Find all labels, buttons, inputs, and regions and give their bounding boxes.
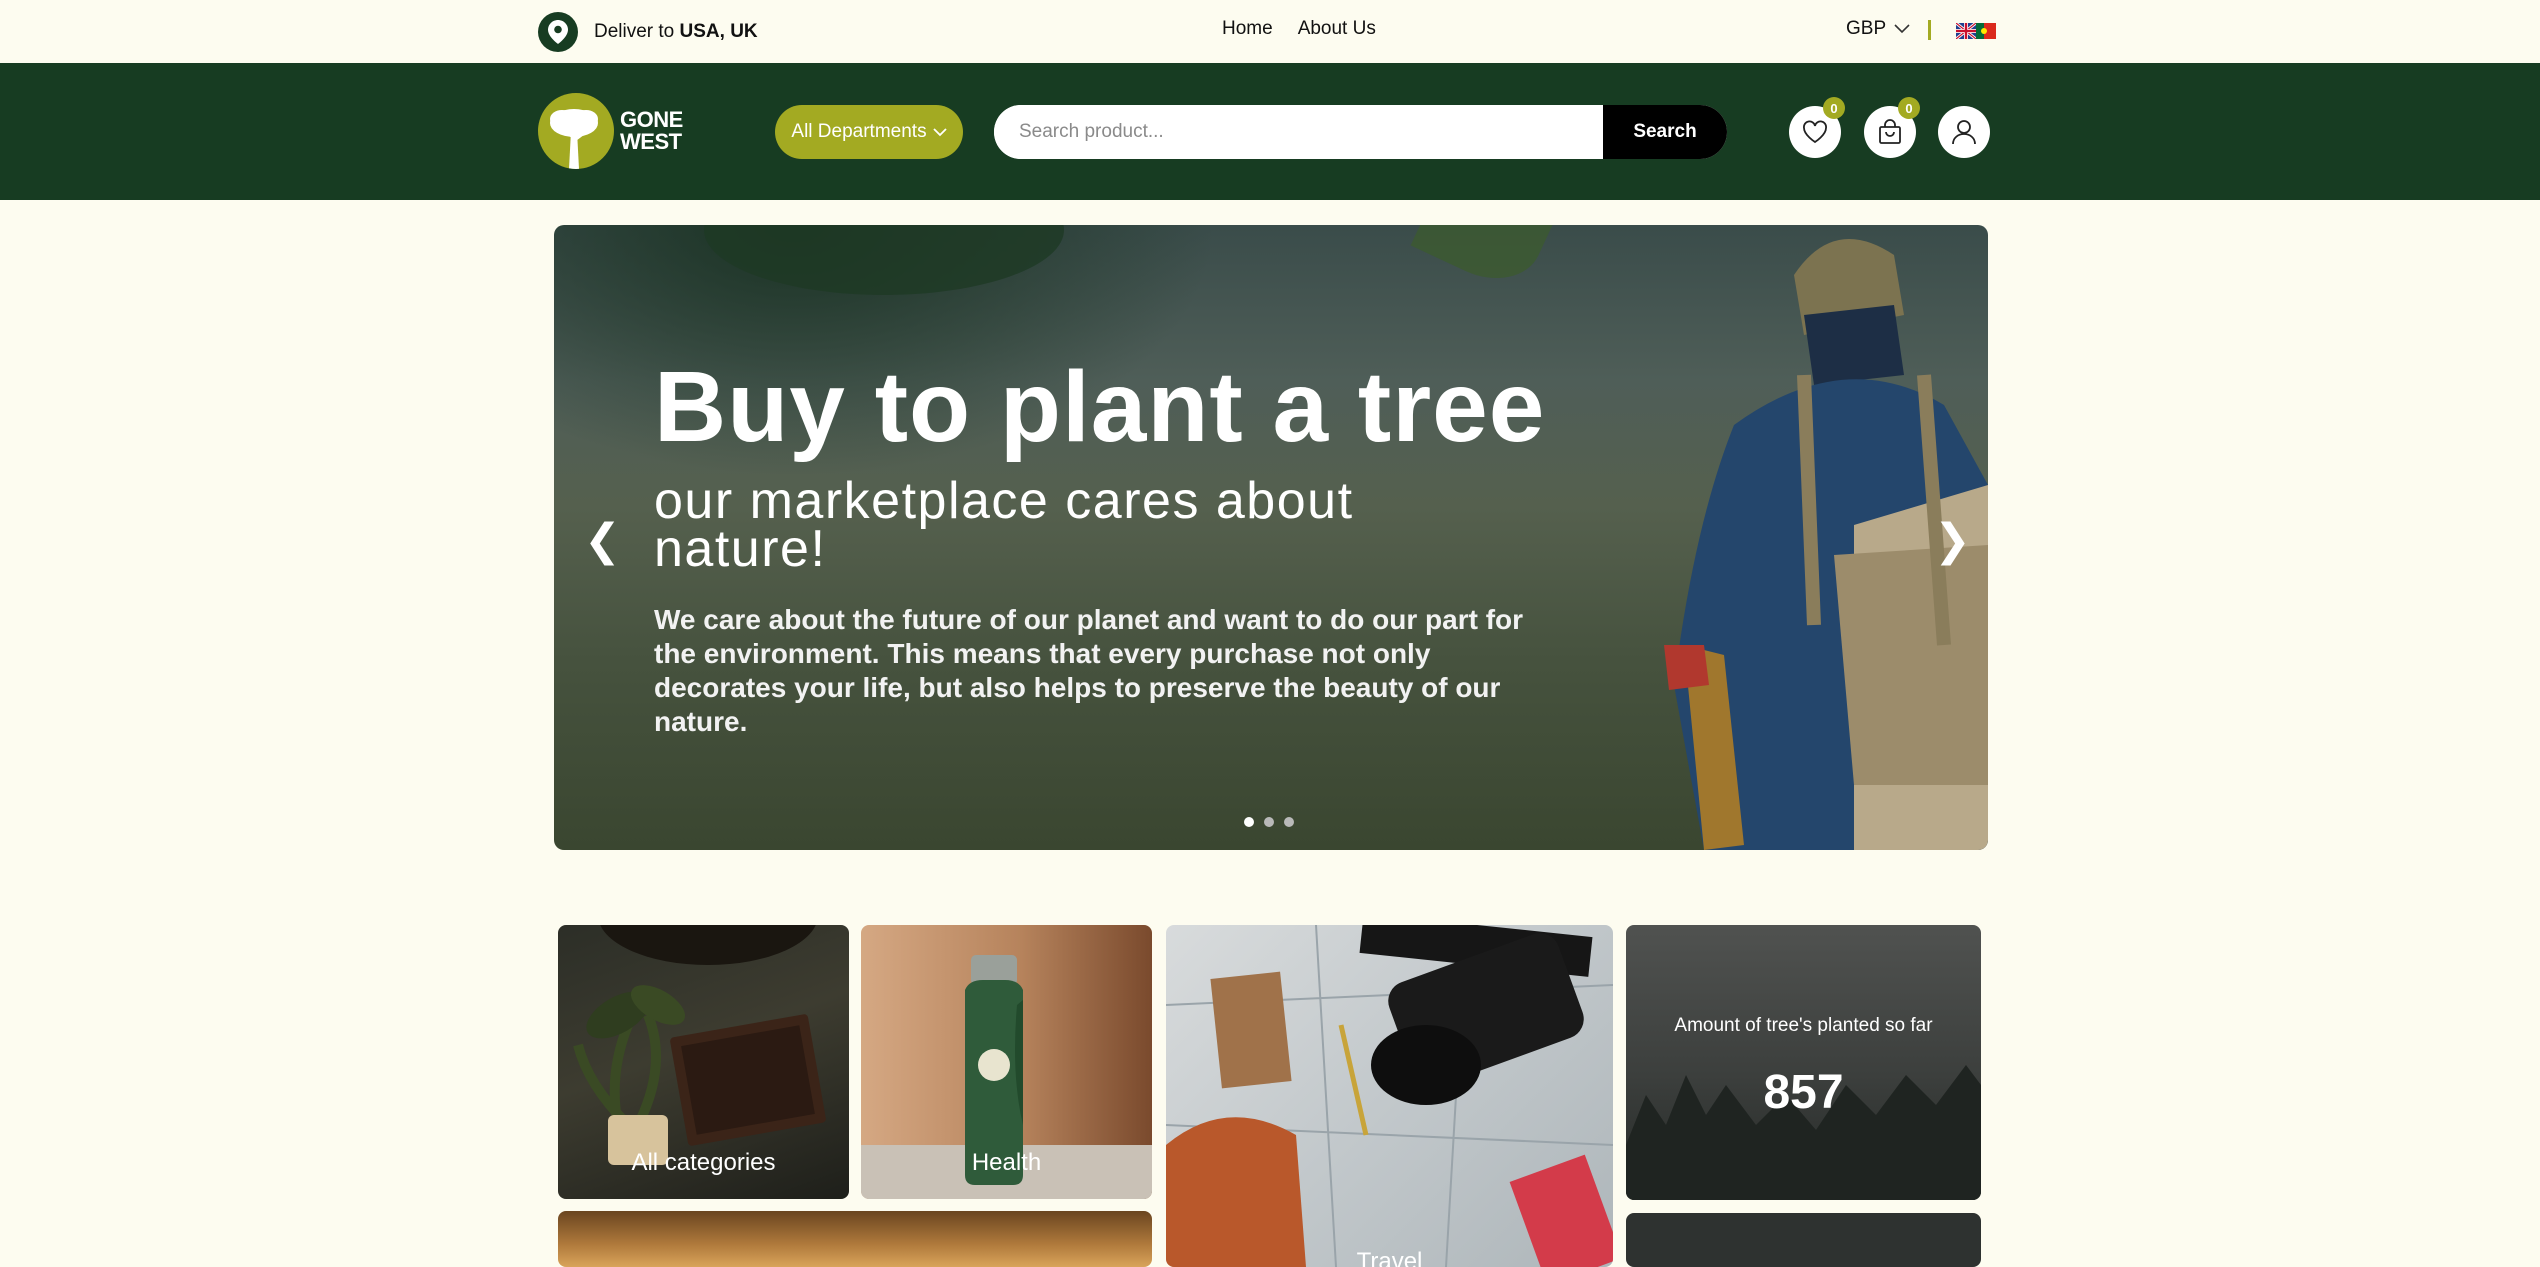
trees-planted-tile: Amount of tree's planted so far 857 xyxy=(1626,925,1981,1200)
heart-icon xyxy=(1803,120,1827,144)
search-button[interactable]: Search xyxy=(1603,105,1727,159)
logo[interactable]: GONE WEST xyxy=(538,93,683,169)
category-label: All categories xyxy=(631,1149,776,1176)
travel-image xyxy=(1166,925,1613,1267)
portugal-flag-icon[interactable] xyxy=(1976,23,1996,39)
category-tile-health[interactable]: Health xyxy=(861,925,1152,1199)
cart-button[interactable]: 0 xyxy=(1864,97,1920,158)
category-tile-travel[interactable]: Travel xyxy=(1166,925,1613,1267)
trees-caption: Amount of tree's planted so far xyxy=(1674,1015,1933,1036)
account-button[interactable] xyxy=(1938,106,1990,158)
hero-background-leaf xyxy=(704,225,1064,295)
chevron-down-icon xyxy=(932,127,947,136)
shopping-bag-icon xyxy=(1879,119,1901,144)
language-selector[interactable] xyxy=(1956,23,1996,39)
wishlist-count-badge: 0 xyxy=(1823,97,1845,119)
carousel-next-button[interactable]: ❯ xyxy=(1934,515,1971,566)
all-departments-button[interactable]: All Departments xyxy=(775,105,963,159)
hero-carousel: Buy to plant a tree our marketplace care… xyxy=(554,225,1988,850)
deliver-to[interactable]: Deliver to USA, UK xyxy=(538,12,758,52)
wishlist-button[interactable]: 0 xyxy=(1789,97,1845,158)
hero-description: We care about the future of our planet a… xyxy=(654,604,1524,737)
category-label: Travel xyxy=(1356,1248,1423,1267)
uk-flag-icon[interactable] xyxy=(1956,23,1976,39)
deliver-text: Deliver to USA, UK xyxy=(594,21,758,42)
carousel-indicators xyxy=(1244,817,1294,827)
location-pin-icon xyxy=(538,12,578,52)
logo-wordmark: GONE WEST xyxy=(620,107,683,154)
nav-about-link[interactable]: About Us xyxy=(1298,18,1376,40)
nav-home-link[interactable]: Home xyxy=(1222,18,1273,40)
category-tile-all[interactable]: All categories xyxy=(558,925,849,1199)
hero-title: Buy to plant a tree xyxy=(654,351,1546,463)
departments-label: All Departments xyxy=(791,121,927,142)
hero-subtitle: our marketplace cares about nature! xyxy=(654,472,1354,578)
forest-image xyxy=(1626,1065,1981,1200)
carousel-prev-button[interactable]: ❮ xyxy=(584,515,621,566)
cart-count-badge: 0 xyxy=(1898,97,1920,119)
trees-count: 857 xyxy=(1763,1066,1844,1119)
currency-label: GBP xyxy=(1846,18,1887,39)
deliver-location: USA, UK xyxy=(679,21,758,42)
search-input[interactable] xyxy=(994,105,1603,159)
category-label: Health xyxy=(971,1149,1042,1176)
main-header: GONE WEST All Departments Search 0 0 xyxy=(0,63,2540,200)
category-tile[interactable] xyxy=(558,1211,1152,1267)
search-bar: Search xyxy=(994,105,1727,159)
chevron-down-icon xyxy=(1894,24,1910,34)
top-nav: Home About Us xyxy=(1222,18,1376,40)
carousel-dot[interactable] xyxy=(1244,817,1254,827)
user-icon xyxy=(1952,120,1976,145)
top-bar: Deliver to USA, UK Home About Us GBP xyxy=(0,0,2540,63)
carousel-dot[interactable] xyxy=(1284,817,1294,827)
carousel-dot[interactable] xyxy=(1264,817,1274,827)
tree-logo-icon xyxy=(538,93,614,169)
hero-person-image xyxy=(1664,239,1988,850)
hero-background-leaf xyxy=(1410,225,1558,297)
currency-selector[interactable]: GBP xyxy=(1846,18,1910,40)
divider xyxy=(1928,20,1931,40)
category-tile[interactable] xyxy=(1626,1213,1981,1267)
